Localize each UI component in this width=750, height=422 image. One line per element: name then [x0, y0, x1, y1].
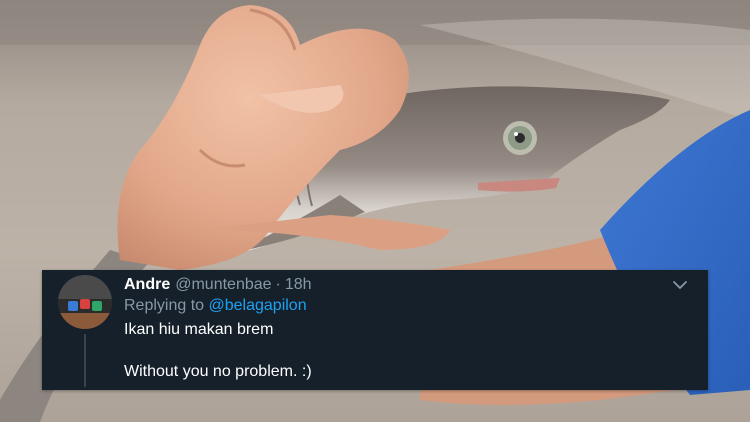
replying-to-label: Replying to: [124, 297, 205, 314]
display-name[interactable]: Andre: [124, 274, 170, 295]
tweet-content: Andre @muntenbae · 18h Replying to @bela…: [124, 274, 688, 382]
tweet-timestamp[interactable]: 18h: [285, 274, 312, 295]
tweet-card[interactable]: Andre @muntenbae · 18h Replying to @bela…: [42, 270, 708, 390]
replying-to-mention[interactable]: @belagapilon: [209, 297, 307, 314]
tweet-header: Andre @muntenbae · 18h: [124, 274, 688, 295]
replying-to-row: Replying to @belagapilon: [124, 295, 688, 316]
user-handle[interactable]: @muntenbae: [175, 274, 271, 295]
thread-line: [84, 334, 86, 387]
avatar-image: [58, 275, 112, 329]
chevron-down-icon[interactable]: [672, 278, 688, 290]
separator-dot: ·: [275, 276, 281, 293]
tweet-text-line-2: Without you no problem. :): [124, 363, 312, 380]
avatar[interactable]: [58, 275, 112, 329]
tweet-text-line-1: Ikan hiu makan brem: [124, 321, 274, 338]
